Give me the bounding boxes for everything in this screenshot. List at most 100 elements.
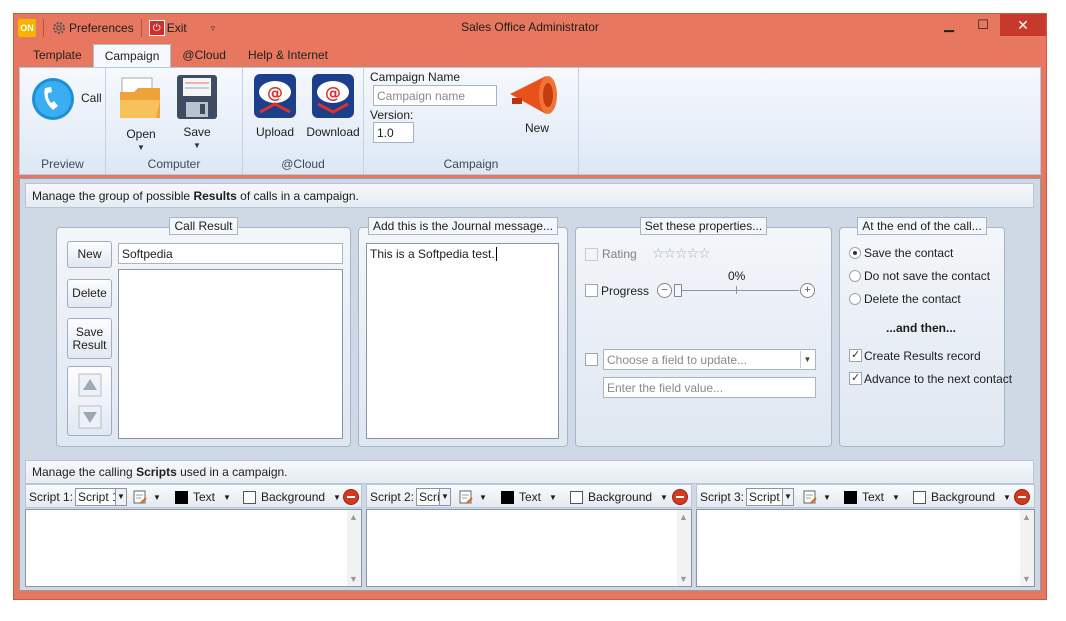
version-input[interactable]: 1.0	[373, 122, 414, 143]
open-button[interactable]: Open ▼	[116, 74, 166, 154]
script-3-combo-chevron-icon[interactable]: ▼	[782, 488, 794, 506]
script-2-combo[interactable]: Script 2	[416, 488, 440, 506]
call-button[interactable]: Call	[30, 76, 102, 126]
progress-slider[interactable]: − +	[657, 283, 817, 299]
properties-title: Set these properties...	[576, 217, 831, 235]
script-3-editor[interactable]: ▲ ▼	[696, 509, 1035, 587]
text-color-swatch	[175, 490, 188, 504]
end-of-call-title-text: At the end of the call...	[857, 217, 987, 235]
minimize-icon[interactable]: ▁	[932, 14, 966, 36]
field-value-input[interactable]: Enter the field value...	[603, 377, 816, 398]
advance-contact-label: Advance to the next contact	[864, 372, 1013, 386]
save-result-button[interactable]: Save Result	[67, 318, 112, 359]
script-1-edit-icon[interactable]: ▼	[133, 488, 161, 506]
slider-thumb[interactable]	[674, 284, 682, 297]
background-color-swatch	[570, 490, 583, 504]
script-3-text-color-button[interactable]: Text ▼	[844, 488, 900, 506]
script-1-editor[interactable]: ▲ ▼	[25, 509, 362, 587]
upload-button[interactable]: @ Upload	[249, 72, 301, 142]
download-label: Download	[306, 125, 360, 139]
script-toolbar-3: Script 3: Script 3 ▼ ▼ Text▼ Background▼	[696, 484, 1035, 508]
open-label: Open	[126, 127, 156, 141]
script-3-clear-icon[interactable]	[1014, 489, 1030, 505]
scripts-info-bar: Manage the calling Scripts used in a cam…	[25, 460, 1034, 484]
journal-message-text: This is a Softpedia test.	[370, 247, 495, 261]
new-campaign-button[interactable]: New	[506, 72, 568, 136]
script-3-text-label: Text	[862, 490, 885, 504]
properties-title-text: Set these properties...	[639, 217, 768, 235]
open-dropdown-icon[interactable]: ▼	[116, 143, 166, 152]
script-2-clear-icon[interactable]	[672, 489, 688, 505]
cloud-upload-icon: @	[254, 74, 296, 118]
script-3-scrollbar[interactable]: ▲ ▼	[1020, 510, 1034, 586]
script-1-label: Script 1:	[29, 490, 74, 504]
script-toolbar-2: Script 2: Script 2 ▼ ▼ Text▼ Background▼	[366, 484, 692, 508]
field-update-checkbox[interactable]	[585, 353, 598, 366]
tab-help-internet[interactable]: Help & Internet	[237, 44, 339, 67]
download-button[interactable]: @ Download	[305, 72, 361, 142]
maximize-icon[interactable]: ☐	[966, 14, 1000, 36]
folder-icon	[120, 77, 160, 118]
script-1-text-color-button[interactable]: Text ▼	[175, 488, 231, 506]
move-down-icon[interactable]	[78, 405, 102, 429]
app-window: ON Preferences ⏻ Exit ▿ Sales Office Adm…	[13, 13, 1047, 600]
group-label-computer: Computer	[147, 157, 201, 171]
version-label: Version:	[370, 108, 414, 122]
script-2-scrollbar[interactable]: ▲ ▼	[677, 510, 691, 586]
create-results-checkbox[interactable]	[849, 348, 862, 362]
tab-cloud[interactable]: @Cloud	[171, 44, 237, 67]
results-info-bold: Results	[193, 189, 237, 203]
script-1-combo-chevron-icon[interactable]: ▼	[115, 488, 127, 506]
rating-label: Rating	[602, 247, 637, 261]
move-up-icon[interactable]	[78, 373, 102, 397]
script-1-scrollbar[interactable]: ▲ ▼	[347, 510, 361, 586]
results-info-bar: Manage the group of possible Results of …	[25, 183, 1034, 208]
journal-message-textarea[interactable]: This is a Softpedia test.	[366, 243, 559, 439]
journal-panel: Add this is the Journal message... This …	[358, 217, 568, 447]
script-2-text-color-button[interactable]: Text ▼	[501, 488, 557, 506]
script-3-background-button[interactable]: Background ▼	[913, 488, 1011, 506]
save-button[interactable]: Save ▼	[172, 72, 222, 152]
results-info-text: Manage the group of possible	[32, 189, 194, 203]
script-2-combo-chevron-icon[interactable]: ▼	[439, 488, 451, 506]
rating-stars-icon[interactable]: ☆☆☆☆☆	[652, 245, 711, 262]
do-not-save-contact-radio[interactable]	[849, 270, 861, 282]
script-2-text-label: Text	[519, 490, 542, 504]
tab-campaign[interactable]: Campaign	[92, 44, 172, 67]
field-select[interactable]: Choose a field to update...	[603, 349, 816, 370]
text-cursor	[495, 247, 497, 261]
delete-contact-radio[interactable]	[849, 293, 861, 305]
cloud-download-icon: @	[312, 74, 354, 118]
script-3-edit-icon[interactable]: ▼	[803, 488, 831, 506]
zoom-in-icon[interactable]: +	[800, 283, 815, 298]
ribbon-group-cloud: @ Upload @ Download @Cloud	[243, 68, 364, 174]
advance-contact-checkbox[interactable]	[849, 371, 862, 385]
save-contact-radio[interactable]	[849, 247, 861, 259]
close-icon[interactable]: ✕	[1000, 14, 1046, 36]
tab-template[interactable]: Template	[22, 44, 93, 67]
save-label: Save	[183, 125, 211, 139]
script-1-clear-icon[interactable]	[343, 489, 359, 505]
script-3-background-label: Background	[931, 490, 996, 504]
zoom-out-icon[interactable]: −	[657, 283, 672, 298]
campaign-name-input[interactable]: Campaign name	[373, 85, 497, 106]
script-2-label: Script 2:	[370, 490, 415, 504]
delete-result-button[interactable]: Delete	[67, 279, 112, 308]
script-1-combo[interactable]: Script 1	[75, 488, 116, 506]
script-1-background-label: Background	[261, 490, 326, 504]
script-2-background-button[interactable]: Background ▼	[570, 488, 668, 506]
result-name-input[interactable]: Softpedia	[118, 243, 343, 264]
chevron-down-icon[interactable]: ▼	[800, 351, 814, 368]
group-label-preview: Preview	[41, 157, 84, 171]
result-list[interactable]	[118, 269, 343, 439]
new-result-button[interactable]: New	[67, 241, 112, 268]
script-2-editor[interactable]: ▲ ▼	[366, 509, 692, 587]
script-1-background-button[interactable]: Background ▼	[243, 488, 341, 506]
script-2-edit-icon[interactable]: ▼	[459, 488, 487, 506]
progress-checkbox[interactable]	[585, 284, 598, 297]
script-3-combo[interactable]: Script 3	[746, 488, 783, 506]
save-dropdown-icon[interactable]: ▼	[172, 141, 222, 150]
group-label-cloud: @Cloud	[281, 157, 325, 171]
ribbon-tabs: Template Campaign @Cloud Help & Internet	[22, 44, 339, 67]
rating-checkbox[interactable]	[585, 248, 598, 261]
